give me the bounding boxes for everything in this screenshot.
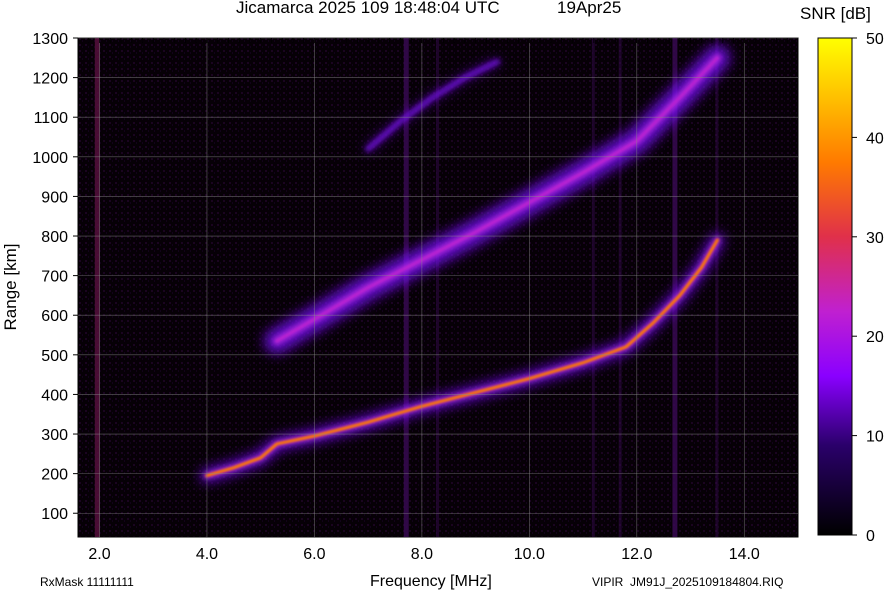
interference-column	[591, 38, 595, 537]
y-tick-label: 400	[41, 387, 68, 404]
ionogram-figure: 2.0 4.0 6.0 8.0 10.0 12.0 14.01002003004005006…	[1, 31, 884, 563]
colorbar-tick-label: 0	[866, 528, 875, 545]
y-tick-label: 1100	[34, 110, 69, 127]
y-axis-label: Range [km]	[1, 244, 20, 331]
y-tick-label: 800	[41, 229, 68, 246]
x-tick-label: 12.0	[621, 546, 652, 563]
x-tick-label: 4.0	[196, 546, 218, 563]
y-tick-label: 500	[41, 348, 68, 365]
y-tick-label: 300	[41, 427, 68, 444]
x-axis-label: Frequency [MHz]	[370, 573, 492, 590]
chart-date: 19Apr25	[557, 0, 622, 17]
y-tick-label: 600	[41, 308, 68, 325]
y-tick-label: 200	[41, 467, 68, 484]
y-tick-label: 1000	[32, 150, 68, 167]
y-tick-label: 900	[41, 189, 68, 206]
colorbar-ticks: 0 10 20 30 40 50	[852, 31, 884, 545]
x-tick-label: 8.0	[411, 546, 433, 563]
chart-title: Jicamarca 2025 109 18:48:04 UTC	[236, 0, 500, 17]
colorbar-label: SNR [dB]	[800, 4, 871, 23]
x-tick-label: 10.0	[514, 546, 545, 563]
colorbar-tick-label: 30	[866, 230, 884, 247]
x-tick-label: 2.0	[88, 546, 110, 563]
x-tick-label: 14.0	[729, 546, 760, 563]
colorbar	[817, 37, 853, 536]
x-tick-label: 6.0	[303, 546, 325, 563]
y-tick-label: 1200	[32, 71, 68, 88]
colorbar-tick-label: 10	[866, 429, 884, 446]
interference-column	[94, 38, 100, 537]
y-tick-label: 700	[41, 269, 68, 286]
interference-column	[618, 38, 622, 537]
interference-column	[715, 38, 719, 537]
colorbar-tick-label: 20	[866, 329, 884, 346]
y-tick-label: 100	[41, 506, 68, 523]
rxmask-label: RxMask 11111111	[40, 575, 134, 589]
file-label: VIPIR JM91J_2025109184804.RIQ	[592, 575, 784, 589]
interference-column	[436, 38, 439, 537]
y-tick-label: 1300	[32, 31, 68, 48]
colorbar-tick-label: 40	[866, 130, 884, 147]
colorbar-tick-label: 50	[866, 31, 884, 48]
